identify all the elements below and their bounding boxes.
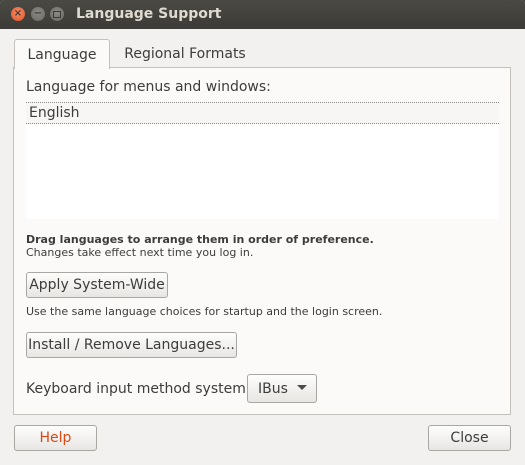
keyboard-input-select[interactable]: IBus (247, 374, 317, 403)
minimize-icon: − (33, 8, 43, 19)
window-title: Language Support (76, 6, 222, 22)
list-item[interactable]: English (26, 102, 499, 124)
close-label: Close (450, 430, 489, 446)
keyboard-input-value: IBus (258, 380, 288, 397)
tab-regional-formats-label: Regional Formats (124, 46, 246, 62)
language-list-heading: Language for menus and windows: (26, 79, 271, 95)
help-button[interactable]: Help (14, 425, 97, 451)
apply-system-wide-label: Apply System-Wide (29, 277, 165, 293)
close-button[interactable]: Close (428, 425, 511, 451)
maximize-icon (53, 10, 61, 18)
close-window-button[interactable]: × (11, 7, 25, 21)
drag-hint: Drag languages to arrange them in order … (26, 233, 374, 246)
tab-regional-formats[interactable]: Regional Formats (110, 40, 260, 68)
install-remove-languages-button[interactable]: Install / Remove Languages... (26, 332, 237, 358)
language-support-window: × − Language Support Language Regional F… (0, 0, 525, 465)
list-item-label: English (29, 105, 80, 121)
help-label: Help (39, 430, 72, 446)
changes-hint: Changes take effect next time you log in… (26, 246, 254, 259)
keyboard-input-label: Keyboard input method system: (26, 381, 251, 397)
apply-system-wide-button[interactable]: Apply System-Wide (26, 272, 168, 298)
title-bar[interactable]: × − Language Support (0, 0, 525, 29)
close-icon: × (13, 8, 23, 19)
tab-language-label: Language (27, 46, 97, 63)
apply-description: Use the same language choices for startu… (26, 305, 383, 318)
chevron-down-icon (297, 385, 307, 390)
maximize-window-button[interactable] (50, 7, 64, 21)
language-list[interactable]: English (26, 102, 499, 219)
minimize-window-button[interactable]: − (31, 7, 45, 21)
install-remove-languages-label: Install / Remove Languages... (28, 337, 235, 353)
tab-language[interactable]: Language (14, 39, 110, 69)
